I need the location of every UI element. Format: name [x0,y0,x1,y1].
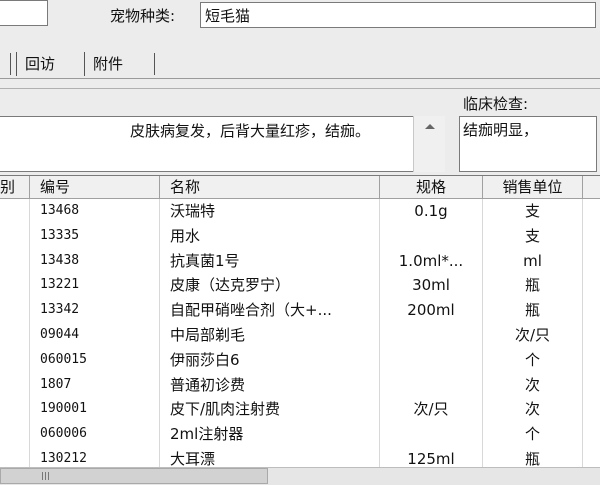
cell-unit: 瓶 [483,273,583,299]
table-row[interactable]: 13468 沃瑞特 0.1g 支 [0,199,600,224]
pet-type-field[interactable]: 短毛猫 [200,2,596,28]
column-header-unit[interactable]: 销售单位 [483,176,583,199]
cell-name: 沃瑞特 [160,199,380,224]
grip-icon [48,472,49,480]
cell-prev [0,347,30,373]
cell-unit: 次 [483,397,583,423]
cell-code: 1807 [30,372,160,398]
cell-prev [0,273,30,299]
cell-spec [380,323,483,348]
cell-spec [380,223,483,249]
previous-field[interactable] [0,0,48,26]
table-row[interactable]: 13342 自配甲硝唑合剂（大+... 200ml 瓶 [0,298,600,323]
scrollbar-thumb[interactable] [0,468,268,484]
cell-prev [0,372,30,398]
cell-spec [380,347,483,373]
table-row[interactable]: 09044 中局部剃毛 次/只 [0,323,600,348]
cell-code: 13342 [30,298,160,323]
column-header-spec[interactable]: 规格 [380,176,483,199]
tab-separator-end [154,53,155,75]
table-row[interactable]: 130212 大耳漂 125ml 瓶 [0,447,600,468]
cell-unit: 支 [483,199,583,224]
column-header-prev[interactable]: 别 [0,176,30,199]
column-header-filler [583,176,600,199]
panel-divider [0,88,600,89]
table-row[interactable]: 13221 皮康（达克罗宁） 30ml 瓶 [0,273,600,299]
cell-name: 伊丽莎白6 [160,347,380,373]
table-row[interactable]: 060015 伊丽莎白6 个 [0,347,600,373]
cell-name: 自配甲硝唑合剂（大+... [160,298,380,323]
cell-unit: 支 [483,223,583,249]
cell-unit: 瓶 [483,298,583,323]
cell-code: 130212 [30,447,160,468]
cell-prev [0,447,30,468]
cell-spec: 次/只 [380,397,483,423]
cell-unit: 瓶 [483,447,583,468]
tab-separator [10,53,11,75]
cell-code: 13335 [30,223,160,249]
cell-name: 皮下/肌肉注射费 [160,397,380,423]
cell-name: 中局部剃毛 [160,323,380,348]
cell-unit: 个 [483,347,583,373]
complaint-text: 皮肤病复发，后背大量红疹，结痂。 [130,122,371,140]
cell-code: 13468 [30,199,160,224]
cell-spec: 30ml [380,273,483,299]
cell-prev [0,248,30,274]
pet-type-label: 宠物种类: [110,7,176,25]
cell-spec [380,422,483,447]
cell-name: 皮康（达克罗宁） [160,273,380,299]
cell-code: 060006 [30,422,160,447]
table-row[interactable]: 1807 普通初诊费 次 [0,372,600,398]
cell-prev [0,397,30,423]
cell-unit: 次 [483,372,583,398]
table-row[interactable]: 13438 抗真菌1号 1.0ml*... ml [0,248,600,274]
cell-spec [380,372,483,398]
table-row[interactable]: 13335 用水 支 [0,223,600,249]
cell-code: 060015 [30,347,160,373]
clinical-exam-label: 临床检查: [463,95,529,113]
cell-spec: 0.1g [380,199,483,224]
cell-spec: 125ml [380,447,483,468]
cell-name: 用水 [160,223,380,249]
cell-code: 190001 [30,397,160,423]
cell-prev [0,199,30,224]
cell-spec: 1.0ml*... [380,248,483,274]
cell-unit: 次/只 [483,323,583,348]
column-header-name[interactable]: 名称 [160,176,380,199]
cell-prev [0,323,30,348]
cell-unit: 个 [483,422,583,447]
column-header-code[interactable]: 编号 [30,176,160,199]
cell-code: 13438 [30,248,160,274]
grip-icon [45,472,46,480]
cell-name: 抗真菌1号 [160,248,380,274]
grip-icon [42,472,43,480]
table-row[interactable]: 190001 皮下/肌肉注射费 次/只次 [0,397,600,423]
cell-spec: 200ml [380,298,483,323]
tab-attachments[interactable]: 附件 [84,52,154,76]
cell-code: 09044 [30,323,160,348]
cell-name: 2ml注射器 [160,422,380,447]
cell-name: 大耳漂 [160,447,380,468]
scroll-up-icon[interactable] [425,124,435,129]
items-grid: 别 编号 名称 规格 销售单位 13468 沃瑞特 0.1g 支 13335 用水支 134… [0,175,600,468]
tab-followup[interactable]: 回访 [16,52,82,76]
cell-prev [0,223,30,249]
clinical-exam-field[interactable]: 结痂明显， [459,116,597,172]
cell-prev [0,422,30,447]
cell-code: 13221 [30,273,160,299]
table-row[interactable]: 060006 2ml注射器 个 [0,422,600,447]
cell-prev [0,298,30,323]
cell-unit: ml [483,248,583,274]
cell-name: 普通初诊费 [160,372,380,398]
